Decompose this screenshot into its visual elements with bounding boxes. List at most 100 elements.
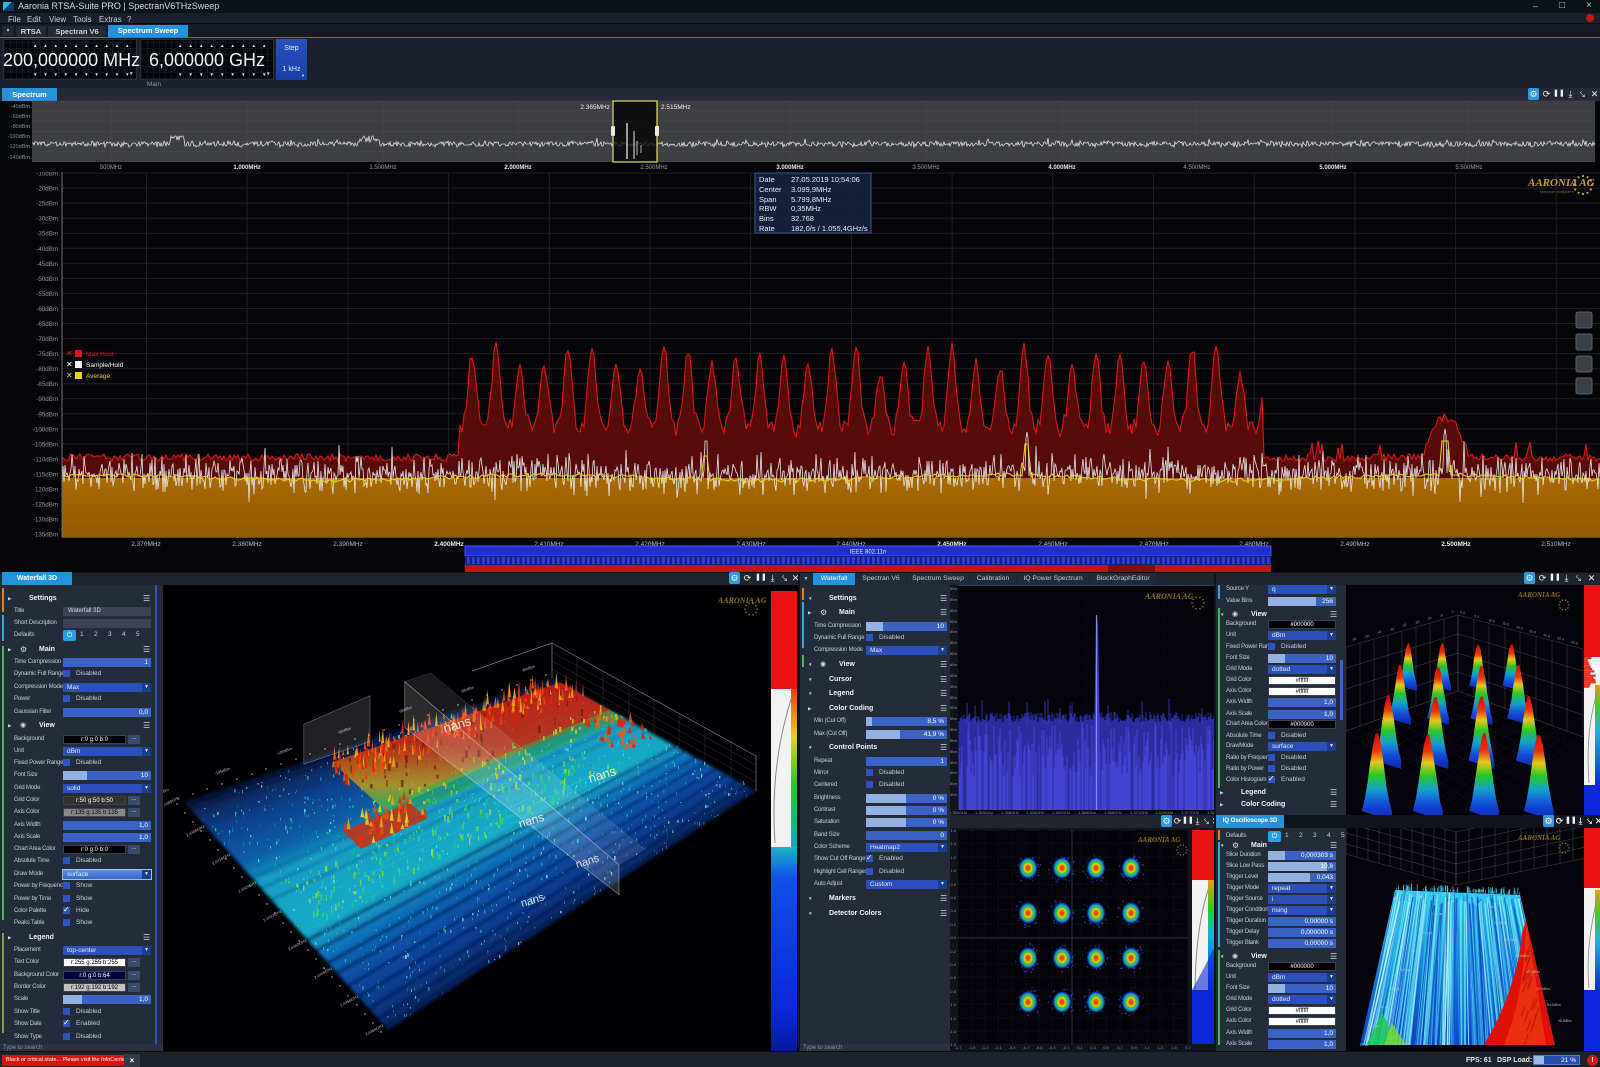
svg-text:-100dBm: -100dBm: [33, 426, 58, 433]
svg-text:-5dBm: -5dBm: [950, 597, 958, 602]
svg-text:-60dBm: -60dBm: [11, 114, 31, 120]
svg-text:-115dBm: -115dBm: [33, 472, 58, 479]
svg-text:-40dBm: -40dBm: [950, 673, 958, 678]
svg-text:-0.2: -0.2: [950, 949, 957, 954]
svg-text:0.6: 0.6: [950, 895, 956, 900]
svg-text:-1.4: -1.4: [950, 1029, 957, 1034]
svg-text:-80dBm: -80dBm: [950, 760, 958, 765]
svg-text:✕: ✕: [66, 349, 73, 358]
svg-text:5.000MHz: 5.000MHz: [1319, 165, 1346, 171]
svg-text:1.7: 1.7: [1185, 1045, 1191, 1050]
svg-text:✕: ✕: [66, 360, 73, 369]
svg-text:-80dBm: -80dBm: [11, 124, 31, 130]
svg-text:0.0dBm: 0.0dBm: [1472, 889, 1484, 893]
svg-text:0.5: 0.5: [1103, 1045, 1109, 1050]
svg-text:-95dBm: -95dBm: [950, 792, 958, 797]
svg-text:1.4: 1.4: [950, 841, 956, 846]
svg-text:0.8: 0.8: [950, 882, 956, 887]
svg-text:-0.7: -0.7: [1023, 1045, 1031, 1050]
svg-text:-1.5: -1.5: [969, 1045, 977, 1050]
svg-text:-130dBm: -130dBm: [33, 517, 58, 524]
svg-text:-55dBm: -55dBm: [36, 291, 58, 298]
svg-text:-45dBm: -45dBm: [36, 261, 58, 268]
svg-text:-135dBm: -135dBm: [33, 532, 58, 539]
svg-text:65 µs: 65 µs: [1391, 987, 1400, 991]
svg-text:2.490MHz: 2.490MHz: [1340, 541, 1370, 548]
svg-text:-70dBm: -70dBm: [36, 336, 58, 343]
svg-text:IEEE 802.11n: IEEE 802.11n: [850, 550, 887, 556]
svg-text:-100dBm: -100dBm: [8, 134, 31, 140]
svg-text:-110dBm: -110dBm: [33, 456, 58, 463]
svg-text:-85dBm: -85dBm: [36, 381, 58, 388]
svg-text:AARONIA AG: AARONIA AG: [1517, 591, 1560, 599]
svg-text:0.2: 0.2: [950, 922, 956, 927]
svg-text:-75dBm: -75dBm: [950, 749, 958, 754]
svg-text:-105dBm: -105dBm: [33, 441, 58, 448]
svg-text:1.500MHz: 1.500MHz: [369, 165, 396, 171]
svg-text:3.500MHz: 3.500MHz: [912, 165, 939, 171]
svg-text:-25dBm: -25dBm: [36, 201, 58, 208]
svg-text:-10dBm: -10dBm: [950, 608, 958, 613]
svg-text:2.390MHz: 2.390MHz: [333, 541, 363, 548]
svg-text:60.0dBm: 60.0dBm: [1526, 970, 1540, 974]
svg-text:Date: Date: [759, 175, 775, 184]
svg-text:1.2: 1.2: [950, 855, 956, 860]
svg-text:-125dBm: -125dBm: [33, 502, 58, 509]
svg-text:-95dBm: -95dBm: [36, 411, 58, 418]
svg-text:-30dBm: -30dBm: [36, 216, 58, 223]
svg-text:24.0dBm: 24.0dBm: [1494, 921, 1508, 925]
svg-text:4.500MHz: 4.500MHz: [1183, 165, 1210, 171]
svg-text:5.500MHz: 5.500MHz: [1455, 165, 1482, 171]
svg-text:-60dBm: -60dBm: [950, 716, 958, 721]
svg-text:125 µs: 125 µs: [1432, 912, 1443, 916]
svg-text:4.000MHz: 4.000MHz: [1048, 165, 1075, 171]
svg-text:Sample/Hold: Sample/Hold: [86, 362, 124, 369]
svg-text:0.7: 0.7: [1117, 1045, 1123, 1050]
svg-text:-40dBm: -40dBm: [11, 104, 31, 110]
svg-text:1.6: 1.6: [950, 828, 956, 833]
svg-text:Rate: Rate: [759, 224, 775, 233]
svg-text:0.3: 0.3: [1090, 1045, 1096, 1050]
svg-text:2.510MHz: 2.510MHz: [1541, 541, 1571, 548]
svg-text:-85dBm: -85dBm: [950, 770, 958, 775]
svg-text:36.0dBm: 36.0dBm: [1504, 938, 1518, 942]
svg-text:-50dBm: -50dBm: [950, 695, 958, 700]
svg-text:-0.6: -0.6: [950, 975, 957, 980]
svg-text:2.380MHz: 2.380MHz: [232, 541, 262, 548]
svg-text:-0.1: -0.1: [1063, 1045, 1071, 1050]
svg-text:-140dBm: -140dBm: [8, 155, 31, 161]
svg-text:Average: Average: [86, 373, 110, 380]
svg-text:AARONIA AG: AARONIA AG: [1517, 834, 1560, 842]
svg-text:96.0dBm: 96.0dBm: [1558, 1019, 1572, 1023]
svg-text:20 µs: 20 µs: [1360, 1043, 1369, 1047]
svg-text:Center: Center: [759, 185, 782, 194]
svg-text:-1.1: -1.1: [995, 1045, 1003, 1050]
svg-text:-20dBm: -20dBm: [36, 186, 58, 193]
svg-text:-65dBm: -65dBm: [950, 727, 958, 732]
svg-text:5.799,8MHz: 5.799,8MHz: [791, 195, 832, 204]
svg-text:✕: ✕: [66, 371, 73, 380]
svg-text:-55dBm: -55dBm: [950, 705, 958, 710]
svg-text:-120dBm: -120dBm: [33, 487, 58, 494]
svg-text:182,0/s / 1.055,4GHz/s: 182,0/s / 1.055,4GHz/s: [791, 224, 868, 233]
svg-text:35 µs: 35 µs: [1370, 1024, 1379, 1028]
svg-text:500MHz: 500MHz: [100, 165, 122, 171]
svg-text:-1.6: -1.6: [950, 1042, 957, 1047]
svg-text:spectran analyzers: spectran analyzers: [1540, 189, 1574, 194]
svg-text:2.515MHz: 2.515MHz: [661, 104, 691, 111]
svg-text:48.0dBm: 48.0dBm: [1515, 954, 1529, 958]
svg-text:0.1: 0.1: [1077, 1045, 1083, 1050]
svg-text:-15dBm: -15dBm: [950, 619, 958, 624]
svg-text:-0.4: -0.4: [950, 962, 957, 967]
svg-text:84.0dBm: 84.0dBm: [1547, 1003, 1561, 1007]
svg-text:-70dBm: -70dBm: [950, 738, 958, 743]
svg-text:1.3: 1.3: [1157, 1045, 1163, 1050]
svg-text:1.000MHz: 1.000MHz: [233, 165, 260, 171]
svg-text:-1.3: -1.3: [982, 1045, 990, 1050]
svg-text:Max Hold: Max Hold: [86, 351, 114, 358]
svg-text:0dBm: 0dBm: [950, 586, 958, 591]
svg-text:-15dBm: -15dBm: [36, 172, 58, 178]
svg-text:2.000MHz: 2.000MHz: [504, 165, 531, 171]
svg-text:-80dBm: -80dBm: [36, 366, 58, 373]
svg-text:Span: Span: [759, 195, 777, 204]
